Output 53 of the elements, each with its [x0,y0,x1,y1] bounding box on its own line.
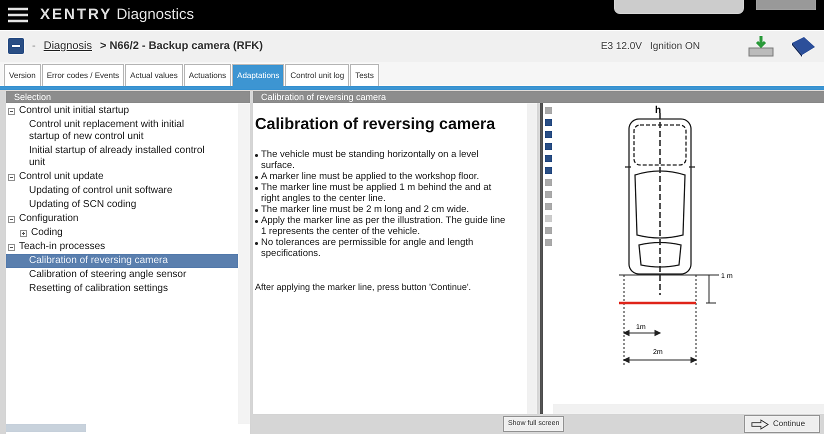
instruction-text: A marker line must be applied to the workshop floor. [261,171,480,182]
tree-item[interactable]: Control unit initial startup [6,104,238,118]
tree-item[interactable]: Calibration of steering angle sensor [6,268,238,282]
collapse-icon[interactable] [8,244,15,251]
bullet-icon [255,220,258,223]
tree-item[interactable]: Teach-in processes [6,240,238,254]
book-icon[interactable] [790,35,816,57]
breadcrumb-separator: - [32,38,36,54]
instruction-text: The marker line must be applied 1 m behind the and at right angles to the center line. [261,182,492,204]
tree-item[interactable]: Configuration [6,212,238,226]
arrow-icon [751,418,769,430]
bullet-icon [255,176,258,179]
collapse-icon[interactable] [8,108,15,115]
diagnosis-link[interactable]: Diagnosis [44,38,92,54]
bullet-icon [255,187,258,190]
menu-icon[interactable] [8,7,28,23]
app-title: XENTRY Diagnostics [40,4,194,25]
expand-icon[interactable] [20,230,27,237]
tab[interactable]: Error codes / Events [42,64,124,86]
content-heading: Calibration of reversing camera [255,115,496,135]
instruction-text: The vehicle must be standing horizontally on a level surface. [261,149,480,171]
breadcrumb-current: > N66/2 - Backup camera (RFK) [100,38,263,54]
tree-item[interactable]: Control unit update [6,170,238,184]
back-icon[interactable] [8,38,24,54]
note-text: After applying the marker line, press button 'Continue'. [255,281,472,294]
collapse-icon[interactable] [8,174,15,181]
tab[interactable]: Version [4,64,41,86]
tree-item[interactable]: Updating of SCN coding [6,198,238,212]
tree-item[interactable]: Updating of control unit software [6,184,238,198]
tab[interactable]: Actual values [125,64,183,86]
half-width-arrow [622,330,661,336]
ignition-status: Ignition ON [650,40,700,54]
tab[interactable]: Actuations [184,64,232,86]
tree-item[interactable]: Initial startup of already installed control unit [6,144,238,170]
voltage-text: E3 12.0V [600,40,642,54]
tab[interactable]: Control unit log [285,64,350,86]
continue-button[interactable]: Continue [744,415,820,433]
bullet-icon [255,154,258,157]
panel-header: Selection [6,91,250,103]
collapse-icon[interactable] [8,216,15,223]
instruction-text: No tolerances are permissible for angle and length specifications. [261,237,474,259]
tree-item[interactable]: Coding [6,226,238,240]
panel-header: Calibration of reversing camera [253,91,824,103]
tree-item[interactable]: Calibration of reversing camera [6,254,238,268]
guide-label: h [654,105,661,116]
download-icon[interactable] [748,35,774,57]
tree-item[interactable]: Resetting of calibration settings [6,282,238,296]
instruction-text: The marker line must be 2 m long and 2 cm wide. [261,204,470,215]
tree-item[interactable]: Control unit replacement with initial startup of new control unit [6,118,238,144]
bullet-icon [255,209,258,212]
instruction-text: Apply the marker line as per the illustration. The guide line 1 represents the center of the vehicle. [261,215,506,237]
tab[interactable]: Tests [350,64,379,86]
bullet-icon [255,242,258,245]
